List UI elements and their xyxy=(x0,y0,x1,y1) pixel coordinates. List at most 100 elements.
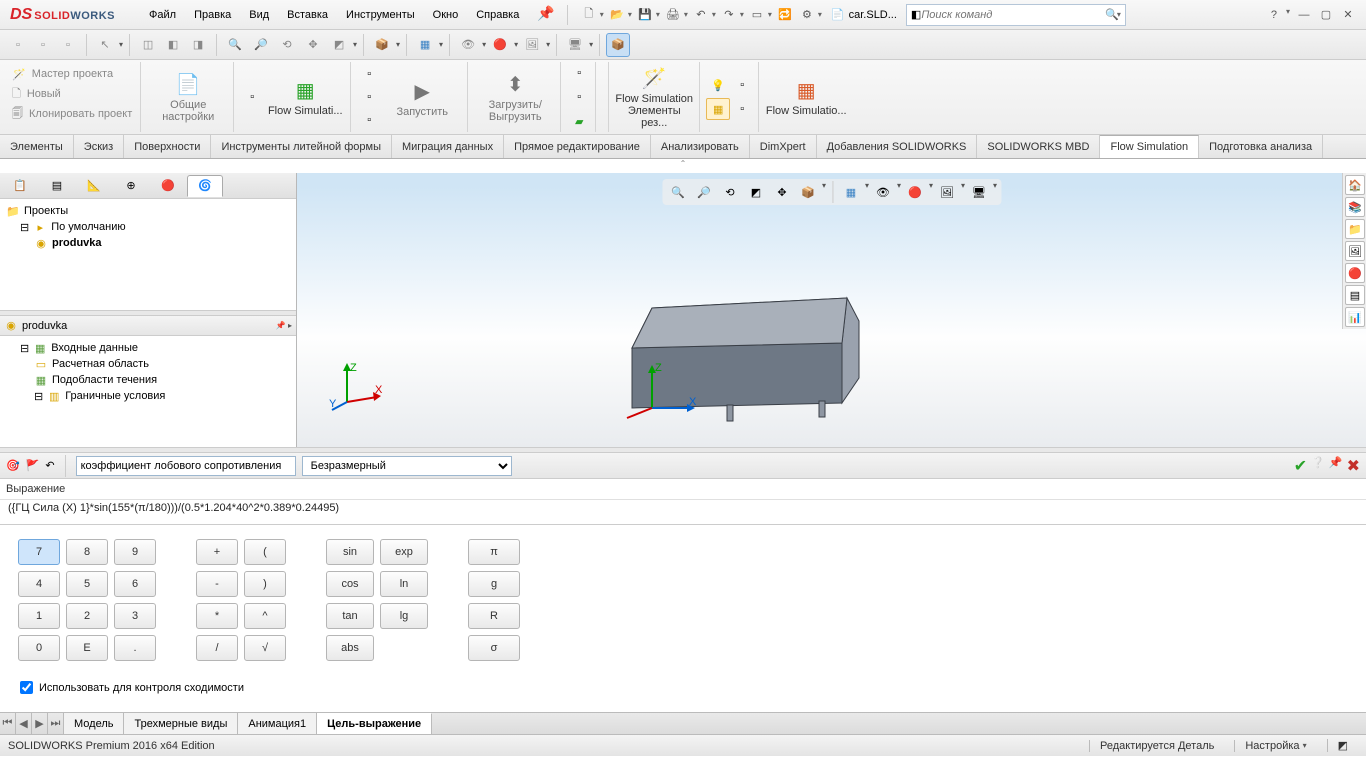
tb-ico-2[interactable]: ▫ xyxy=(31,33,55,57)
options-icon[interactable]: ⚙ xyxy=(798,6,816,24)
load-unload-button[interactable]: ⬍Загрузить/Выгрузить xyxy=(474,64,556,130)
open-icon[interactable]: 📂 xyxy=(608,6,626,24)
hud-screen[interactable]: 🖥 xyxy=(967,181,991,203)
tab-elements[interactable]: Элементы xyxy=(0,135,74,158)
ok-icon[interactable]: ✔ xyxy=(1294,456,1307,476)
print-icon[interactable]: 🖨 xyxy=(664,6,682,24)
orient-icon[interactable]: 📦 xyxy=(370,33,394,57)
hud-orient[interactable]: 📦 xyxy=(796,181,820,203)
undo-icon[interactable]: ↶ xyxy=(692,6,710,24)
pin-icon[interactable]: 📌 xyxy=(529,5,562,25)
command-search[interactable]: ◧ 🔍▾ xyxy=(906,4,1126,26)
fm-tab-1[interactable]: 📋 xyxy=(2,175,38,197)
section-icon[interactable]: ◩ xyxy=(327,33,351,57)
close-icon[interactable]: ✕ xyxy=(1340,7,1356,23)
general-settings-button[interactable]: 📄Общие настройки xyxy=(147,64,229,130)
current-file[interactable]: 📄 car.SLD... xyxy=(826,5,902,24)
graphics-viewport[interactable]: 🔍 🔎 ⟲ ◩ ✥ 📦▾ ▦▾ 👁▾ 🔴▾ 🖼▾ 🖥▾ xyxy=(297,173,1366,447)
cancel-icon[interactable]: ✖ xyxy=(1347,456,1360,476)
key-g[interactable]: g xyxy=(468,571,520,597)
key-9[interactable]: 9 xyxy=(114,539,156,565)
zoom-fit-icon[interactable]: 🔍 xyxy=(223,33,247,57)
key-pi[interactable]: π xyxy=(468,539,520,565)
pin2-icon[interactable]: 📌 xyxy=(1329,456,1343,476)
key-4[interactable]: 4 xyxy=(18,571,60,597)
btab-goal-expression[interactable]: Цель-выражение xyxy=(317,713,432,734)
tb-ico-3[interactable]: ▫ xyxy=(56,33,80,57)
tab-mbd[interactable]: SOLIDWORKS MBD xyxy=(977,135,1100,158)
appearance-icon[interactable]: 🔴 xyxy=(488,33,512,57)
goal-name-input[interactable] xyxy=(76,456,296,476)
tree-projects[interactable]: 📁Проекты xyxy=(6,203,290,219)
rotate-icon[interactable]: ⟲ xyxy=(275,33,299,57)
lightbulb-icon[interactable]: 💡 xyxy=(706,74,730,96)
display-style-icon[interactable]: ▦ xyxy=(413,33,437,57)
help-icon[interactable]: ? xyxy=(1266,7,1282,23)
fm-tab-2[interactable]: ▤ xyxy=(39,175,75,197)
rail-appear-icon[interactable]: 🔴 xyxy=(1345,263,1365,283)
tab-sketch[interactable]: Эскиз xyxy=(74,135,124,158)
convergence-checkbox[interactable] xyxy=(20,681,33,694)
tab-flow-simulation[interactable]: Flow Simulation xyxy=(1100,135,1199,158)
hud-section[interactable]: ◩ xyxy=(744,181,768,203)
menu-file[interactable]: Файл xyxy=(141,5,184,25)
rb-sm-e[interactable]: ▫ xyxy=(567,86,591,108)
key-ln[interactable]: ln xyxy=(380,571,428,597)
key-R[interactable]: R xyxy=(468,603,520,629)
key-cos[interactable]: cos xyxy=(326,571,374,597)
fm-tab-3[interactable]: 📐 xyxy=(76,175,112,197)
flow-sim-options-button[interactable]: ▦Flow Simulatio... xyxy=(765,64,847,130)
tb-ico-c[interactable]: ◨ xyxy=(186,33,210,57)
new-project-button[interactable]: 🗋Новый xyxy=(8,84,136,104)
tab-surfaces[interactable]: Поверхности xyxy=(124,135,211,158)
menu-view[interactable]: Вид xyxy=(241,5,277,25)
fm-tab-6[interactable]: 🌀 xyxy=(187,175,223,197)
maximize-icon[interactable]: ▢ xyxy=(1318,7,1334,23)
key-1[interactable]: 1 xyxy=(18,603,60,629)
tab-nav-last[interactable]: ⏭ xyxy=(48,713,64,734)
tb-ico-a[interactable]: ◫ xyxy=(136,33,160,57)
tab-direct-edit[interactable]: Прямое редактирование xyxy=(504,135,651,158)
key-dot[interactable]: . xyxy=(114,635,156,661)
status-custom[interactable]: Настройка ▾ xyxy=(1234,740,1316,752)
key-div[interactable]: / xyxy=(196,635,238,661)
key-mul[interactable]: * xyxy=(196,603,238,629)
rb-small-1[interactable]: ▫ xyxy=(240,86,264,108)
tab-addins[interactable]: Добавления SOLIDWORKS xyxy=(817,135,978,158)
zoom-area-icon[interactable]: 🔎 xyxy=(249,33,273,57)
tab-analysis-prep[interactable]: Подготовка анализа xyxy=(1199,135,1323,158)
tree-default[interactable]: ⊟▸По умолчанию xyxy=(6,219,290,235)
goal-ico-1[interactable]: 🎯 xyxy=(6,459,20,472)
goal-unit-select[interactable]: Безразмерный xyxy=(302,456,512,476)
key-lg[interactable]: lg xyxy=(380,603,428,629)
tab-nav-first[interactable]: ⏮ xyxy=(0,713,16,734)
tab-dimxpert[interactable]: DimXpert xyxy=(750,135,817,158)
hud-prev[interactable]: ⟲ xyxy=(718,181,742,203)
goal-ico-2[interactable]: 🚩 xyxy=(26,459,40,472)
rail-view-icon[interactable]: 🖼 xyxy=(1345,241,1365,261)
key-5[interactable]: 5 xyxy=(66,571,108,597)
redo-icon[interactable]: ↷ xyxy=(720,6,738,24)
menu-window[interactable]: Окно xyxy=(425,5,467,25)
rail-file-icon[interactable]: 📁 xyxy=(1345,219,1365,239)
key-6[interactable]: 6 xyxy=(114,571,156,597)
tree-input[interactable]: ⊟▦Входные данные xyxy=(6,340,290,356)
tab-analyze[interactable]: Анализировать xyxy=(651,135,750,158)
new-icon[interactable]: 🗋 xyxy=(580,6,598,24)
rb-sm-i[interactable]: ▫ xyxy=(730,74,754,96)
key-tan[interactable]: tan xyxy=(326,603,374,629)
flow-results-button[interactable]: 🪄Flow Simulation Элементы рез... xyxy=(613,64,695,130)
key-sigma[interactable]: σ xyxy=(468,635,520,661)
btab-model[interactable]: Модель xyxy=(64,713,124,734)
tree-boundary[interactable]: ⊟▥Граничные условия xyxy=(6,388,290,404)
tree-study[interactable]: ◉produvka xyxy=(6,235,290,251)
rb-sm-h[interactable]: ▦ xyxy=(706,98,730,120)
arrow-icon[interactable]: ↖ xyxy=(93,33,117,57)
rb-sm-a[interactable]: ▫ xyxy=(357,64,381,85)
fm-tab-4[interactable]: ⊕ xyxy=(113,175,149,197)
menu-insert[interactable]: Вставка xyxy=(279,5,336,25)
key-3[interactable]: 3 xyxy=(114,603,156,629)
key-2[interactable]: 2 xyxy=(66,603,108,629)
hud-appear[interactable]: 🔴 xyxy=(903,181,927,203)
help2-icon[interactable]: ❔ xyxy=(1311,456,1325,476)
